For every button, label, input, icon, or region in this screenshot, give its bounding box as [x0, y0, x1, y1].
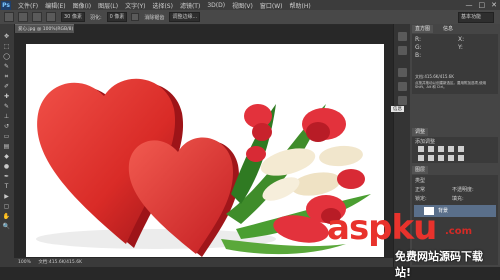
- move-icon[interactable]: ✥: [2, 32, 11, 41]
- stamp-icon[interactable]: ⊥: [2, 112, 11, 121]
- info-panel-icon[interactable]: [398, 96, 407, 105]
- brightness-icon[interactable]: [418, 146, 424, 152]
- brush-size-field[interactable]: 30 像素: [61, 12, 85, 22]
- lasso-icon[interactable]: ◯: [2, 52, 11, 61]
- exposure-icon[interactable]: [448, 146, 454, 152]
- antialias-label: 消除锯齿: [144, 14, 165, 21]
- zoom-icon[interactable]: 🔍: [2, 222, 11, 231]
- watermark-brand: aspku: [327, 208, 437, 248]
- hue-saturation-icon[interactable]: [418, 155, 424, 161]
- feather-label: 羽化:: [89, 14, 102, 21]
- menu-image[interactable]: 图像(I): [73, 1, 91, 10]
- info-y-label: Y:: [458, 44, 463, 51]
- options-bar: 30 像素 羽化: 0 像素 消除锯齿 调整边缘... 基本功能: [0, 10, 500, 25]
- history-panel-icon[interactable]: [398, 32, 407, 41]
- channel-mixer-icon[interactable]: [458, 155, 464, 161]
- tools-panel: ✥ ⬚ ◯ ✎ ⌗ ✐ ✚ ✎ ⊥ ↺ ▭ ▤ ◆ ● ✒ T ▶ ▢ ✋ 🔍: [0, 24, 15, 267]
- info-g-label: G:: [415, 44, 422, 51]
- adjustments-title: 添加调整: [415, 139, 436, 145]
- feather-input[interactable]: 0 像素: [106, 12, 128, 22]
- black-white-icon[interactable]: [438, 155, 444, 161]
- healing-icon[interactable]: ✚: [2, 92, 11, 101]
- info-panel: R: G: B: X: Y: 文档:415.6K/415.6K 点按并拖动以创建…: [412, 34, 498, 94]
- zoom-level[interactable]: 100%: [18, 260, 31, 265]
- hand-icon[interactable]: ✋: [2, 212, 11, 221]
- character-panel-icon[interactable]: [398, 68, 407, 77]
- menu-type[interactable]: 文字(Y): [125, 1, 145, 10]
- tab-histogram[interactable]: 直方图: [412, 25, 434, 33]
- path-select-icon[interactable]: ▶: [2, 192, 11, 201]
- pen-icon[interactable]: ✒: [2, 172, 11, 181]
- refine-edge-button[interactable]: 调整边缘...: [169, 12, 201, 22]
- menu-3d[interactable]: 3D(D): [207, 2, 225, 9]
- menu-select[interactable]: 选择(S): [152, 1, 173, 10]
- tab-adjustments[interactable]: 调整: [412, 128, 429, 136]
- shape-icon[interactable]: ▢: [2, 202, 11, 211]
- blend-mode-select[interactable]: 正常: [415, 186, 425, 193]
- menu-view[interactable]: 视图(V): [232, 1, 253, 10]
- tab-info[interactable]: 信息: [440, 25, 457, 33]
- paragraph-panel-icon[interactable]: [398, 82, 407, 91]
- menu-help[interactable]: 帮助(H): [290, 1, 311, 10]
- info-x-label: X:: [458, 36, 465, 43]
- menu-bar: Ps 文件(F) 编辑(E) 图像(I) 图层(L) 文字(Y) 选择(S) 滤…: [0, 0, 500, 10]
- layer-kind-filter[interactable]: 类型: [415, 177, 425, 184]
- info-hint: 点按并拖动以创建新选区。要用附加选项,使用 Shift、Alt 和 Ctrl。: [415, 81, 487, 89]
- antialias-checkbox[interactable]: [131, 13, 140, 21]
- type-icon[interactable]: T: [2, 182, 11, 191]
- curves-icon[interactable]: [438, 146, 444, 152]
- watermark: aspku .com 免费网站源码下载站!: [327, 208, 499, 279]
- tool-preset-icon[interactable]: [4, 12, 14, 22]
- window-controls: — □ ✕: [466, 1, 498, 9]
- color-balance-icon[interactable]: [428, 155, 434, 161]
- actions-panel-icon[interactable]: [398, 46, 407, 55]
- quick-select-icon[interactable]: ✎: [2, 62, 11, 71]
- watermark-tld: .com: [445, 226, 473, 237]
- blur-icon[interactable]: ◆: [2, 152, 11, 161]
- tab-layers[interactable]: 图层: [412, 166, 429, 174]
- vibrance-icon[interactable]: [458, 146, 464, 152]
- tooltip: 信息: [391, 106, 404, 112]
- add-selection-icon[interactable]: [32, 12, 42, 22]
- history-brush-icon[interactable]: ↺: [2, 122, 11, 131]
- lock-label: 锁定:: [415, 196, 427, 202]
- restore-button[interactable]: □: [479, 1, 486, 9]
- doc-info: 文档:415.6K/415.6K: [38, 260, 83, 265]
- levels-icon[interactable]: [428, 146, 434, 152]
- menu-edit[interactable]: 编辑(E): [45, 1, 65, 10]
- minimize-button[interactable]: —: [466, 1, 473, 9]
- photo-filter-icon[interactable]: [448, 155, 454, 161]
- info-b-label: B:: [415, 52, 422, 59]
- menu-window[interactable]: 窗口(W): [260, 1, 283, 10]
- photoshop-logo-icon: Ps: [1, 0, 11, 10]
- menu-file[interactable]: 文件(F): [18, 1, 38, 10]
- eyedropper-icon[interactable]: ✐: [2, 82, 11, 91]
- dodge-icon[interactable]: ●: [2, 162, 11, 171]
- close-button[interactable]: ✕: [491, 1, 497, 9]
- fill-label: 填充:: [452, 196, 464, 202]
- workspace-select[interactable]: 基本功能: [458, 12, 494, 23]
- watermark-subtitle: 免费网站源码下载站!: [395, 250, 483, 279]
- marquee-icon[interactable]: ⬚: [2, 42, 11, 51]
- new-selection-icon[interactable]: [18, 12, 28, 22]
- gradient-icon[interactable]: ▤: [2, 142, 11, 151]
- brush-icon[interactable]: ✎: [2, 102, 11, 111]
- menu-layer[interactable]: 图层(L): [98, 1, 118, 10]
- menu-filter[interactable]: 滤镜(T): [180, 1, 200, 10]
- info-doc-line: 文档:415.6K/415.6K: [415, 74, 454, 79]
- info-r-label: R:: [415, 36, 422, 43]
- crop-icon[interactable]: ⌗: [2, 72, 11, 81]
- eraser-icon[interactable]: ▭: [2, 132, 11, 141]
- adjustments-panel: 添加调整: [412, 137, 498, 163]
- opacity-label: 不透明度:: [452, 187, 474, 193]
- subtract-selection-icon[interactable]: [46, 12, 56, 22]
